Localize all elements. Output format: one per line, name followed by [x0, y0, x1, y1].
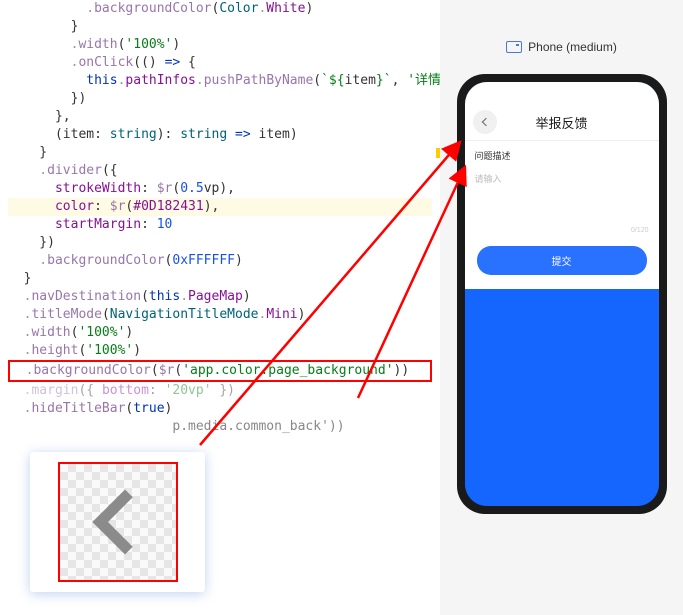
submit-bar: 提交	[465, 238, 659, 289]
title-bar: 举报反馈	[465, 104, 659, 140]
chevron-left-icon-large	[92, 489, 157, 554]
phone-screen: 举报反馈 问题描述 请输入 0/120 提交	[465, 82, 659, 506]
back-icon-asset	[58, 462, 178, 582]
phone-frame: 举报反馈 问题描述 请输入 0/120 提交	[457, 74, 667, 514]
back-button[interactable]	[473, 110, 497, 134]
device-label: Phone (medium)	[528, 40, 617, 54]
input-placeholder: 请输入	[475, 172, 649, 185]
chevron-left-icon	[481, 118, 489, 126]
device-selector[interactable]: Phone (medium)	[506, 40, 617, 54]
submit-button[interactable]: 提交	[477, 246, 647, 275]
form-label: 问题描述	[475, 149, 649, 162]
char-counter: 0/120	[631, 227, 649, 234]
icon-preview-popup	[30, 452, 205, 592]
highlighted-code-line: .backgroundColor($r('app.color.page_back…	[8, 360, 432, 382]
page-background-area	[465, 289, 659, 506]
preview-panel: Phone (medium) 举报反馈 问题描述 请输入 0/120	[440, 0, 683, 615]
feedback-input[interactable]: 请输入 0/120	[465, 168, 659, 238]
status-bar	[465, 82, 659, 104]
phone-icon	[506, 41, 522, 53]
code-fragment: p.media.common_back'))	[172, 419, 344, 434]
form-section: 问题描述	[465, 140, 659, 168]
